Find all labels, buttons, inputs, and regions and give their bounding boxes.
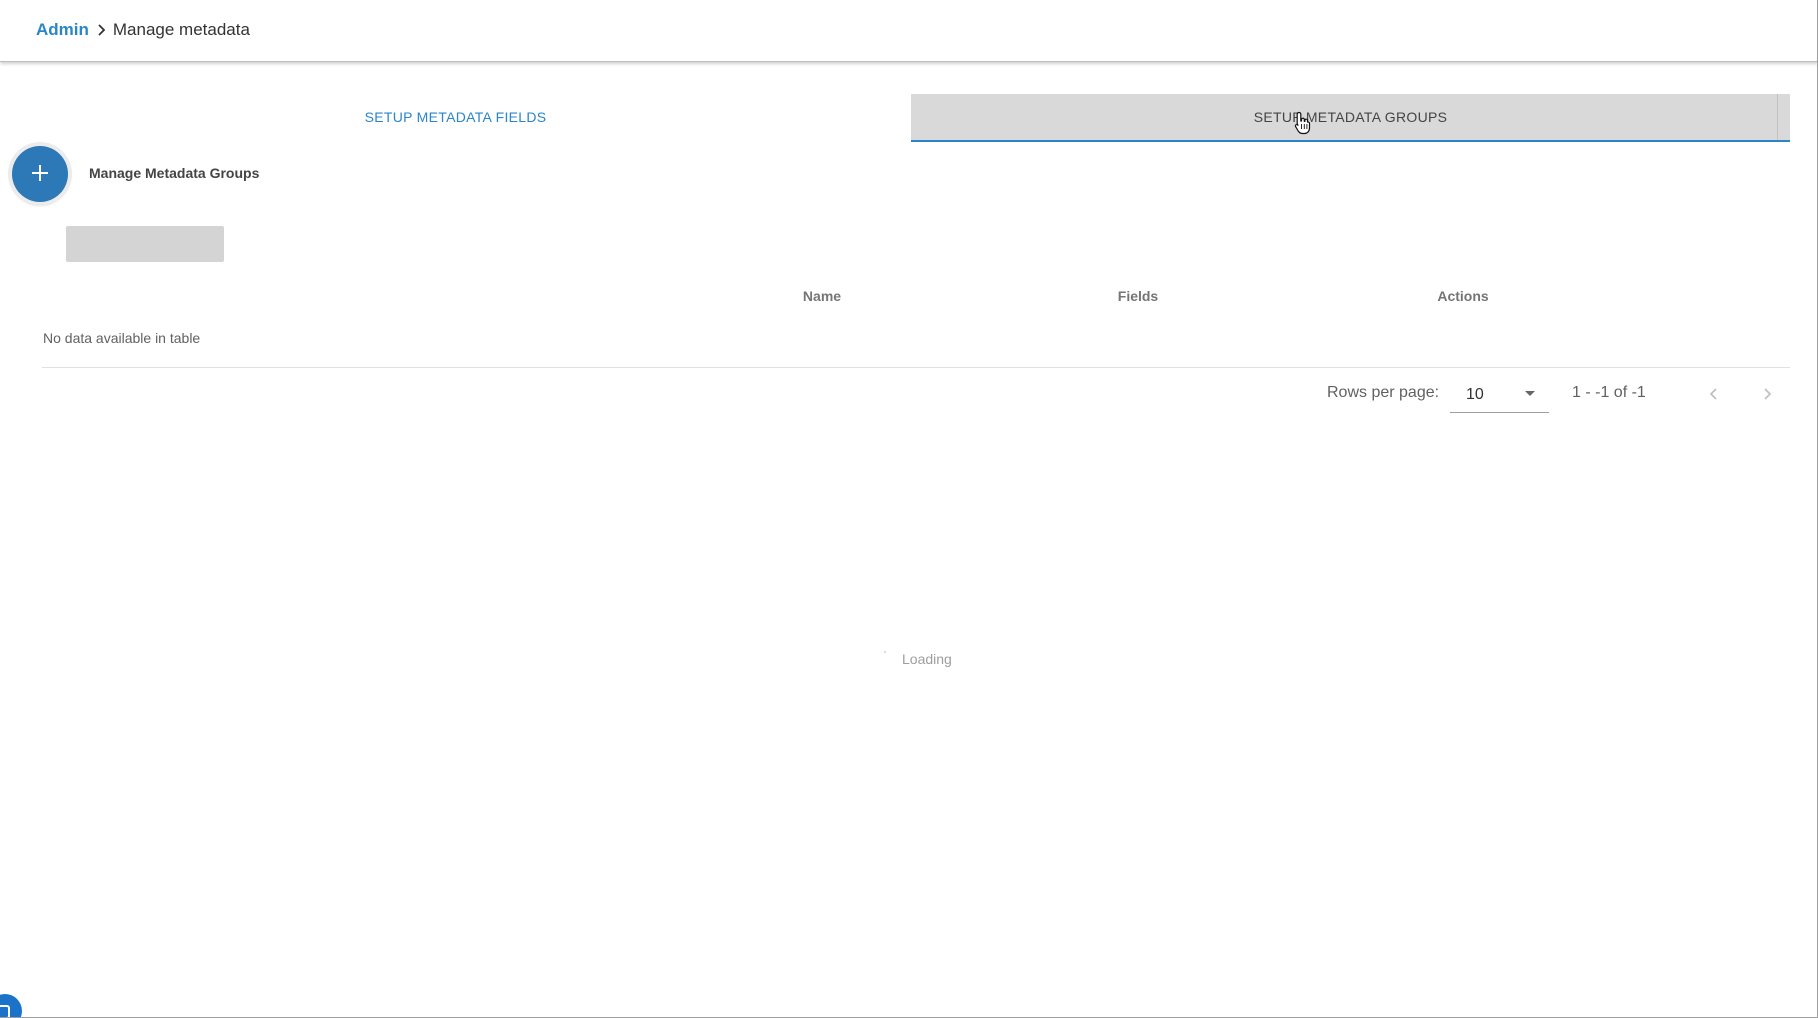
loading-indicator: Loading bbox=[884, 651, 952, 667]
spinner-icon bbox=[884, 651, 886, 653]
tab-bar: SETUP METADATA FIELDS SETUP METADATA GRO… bbox=[0, 94, 1790, 142]
tab-setup-metadata-fields[interactable]: SETUP METADATA FIELDS bbox=[0, 94, 911, 140]
column-header-actions: Actions bbox=[1437, 288, 1489, 304]
chevron-right-icon bbox=[1764, 388, 1772, 400]
section-title: Manage Metadata Groups bbox=[89, 165, 260, 181]
loading-text: Loading bbox=[902, 651, 952, 667]
column-header-name[interactable]: Name bbox=[803, 288, 841, 304]
table-divider bbox=[42, 367, 1790, 368]
next-page-button[interactable] bbox=[1755, 382, 1779, 406]
top-bar: Admin Manage metadata bbox=[0, 0, 1818, 62]
add-metadata-group-button[interactable] bbox=[12, 146, 68, 202]
loading-placeholder bbox=[66, 226, 224, 262]
chevron-left-icon bbox=[1709, 388, 1717, 400]
page: Admin Manage metadata SETUP METADATA FIE… bbox=[0, 0, 1818, 1018]
breadcrumb: Admin Manage metadata bbox=[36, 19, 250, 41]
pagination-range: 1 - -1 of -1 bbox=[1572, 384, 1646, 401]
chat-widget-button[interactable] bbox=[0, 994, 22, 1018]
breadcrumb-admin-link[interactable]: Admin bbox=[36, 19, 89, 41]
tab-setup-metadata-groups[interactable]: SETUP METADATA GROUPS bbox=[911, 94, 1790, 142]
rows-per-page-select[interactable]: 10 bbox=[1450, 380, 1549, 413]
column-header-fields[interactable]: Fields bbox=[1118, 288, 1158, 304]
caret-down-icon bbox=[1525, 391, 1535, 396]
chevron-right-icon bbox=[97, 23, 107, 37]
hand-cursor-icon bbox=[1294, 111, 1312, 135]
table-header: Name Fields Actions bbox=[42, 288, 1790, 308]
tab-label: SETUP METADATA GROUPS bbox=[1253, 109, 1448, 125]
plus-icon bbox=[31, 159, 49, 187]
tab-divider bbox=[1777, 94, 1778, 140]
rows-per-page-value: 10 bbox=[1466, 386, 1484, 403]
breadcrumb-current: Manage metadata bbox=[112, 20, 250, 39]
table-empty-message: No data available in table bbox=[43, 330, 201, 346]
pagination: Rows per page: 10 1 - -1 of -1 bbox=[0, 380, 1818, 414]
previous-page-button[interactable] bbox=[1702, 382, 1726, 406]
rows-per-page-label: Rows per page: bbox=[1327, 384, 1440, 401]
